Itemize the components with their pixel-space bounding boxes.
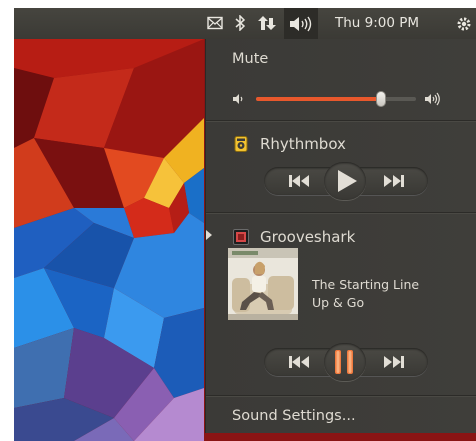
rhythmbox-next-icon[interactable] (383, 174, 405, 188)
play-icon (338, 170, 357, 192)
rhythmbox-label[interactable]: Rhythmbox (260, 135, 346, 153)
active-player-arrow-icon (206, 230, 212, 240)
volume-thumb[interactable] (375, 91, 386, 107)
grooveshark-controls (264, 343, 428, 381)
grooveshark-label[interactable]: Grooveshark (260, 228, 355, 246)
rhythmbox-previous-icon[interactable] (288, 174, 310, 188)
menu-separator (206, 120, 476, 122)
bluetooth-icon[interactable] (230, 8, 250, 39)
settings-gear-icon[interactable] (453, 8, 476, 39)
album-art[interactable] (228, 248, 298, 320)
network-icon[interactable] (255, 8, 279, 39)
mute-toggle[interactable]: Mute (232, 51, 268, 67)
pause-icon (335, 350, 353, 374)
volume-high-icon (425, 92, 440, 106)
grooveshark-previous-icon[interactable] (288, 355, 310, 369)
menu-separator (206, 212, 476, 214)
track-artist: Up & Go (312, 295, 365, 310)
rhythmbox-play-button[interactable] (324, 162, 366, 200)
volume-slider[interactable] (232, 91, 442, 107)
volume-fill (256, 97, 381, 101)
volume-track[interactable] (256, 91, 416, 107)
grooveshark-pause-button[interactable] (324, 343, 366, 381)
grooveshark-next-icon[interactable] (383, 355, 405, 369)
sound-settings-item[interactable]: Sound Settings... (232, 408, 356, 424)
volume-icon[interactable] (284, 8, 318, 39)
clock[interactable]: Thu 9:00 PM (335, 8, 419, 39)
track-title: The Starting Line (312, 277, 420, 292)
top-panel: Thu 9:00 PM (14, 8, 476, 39)
rhythmbox-icon (234, 136, 248, 152)
menu-separator (206, 395, 476, 397)
desktop-screen: Thu 9:00 PM Mute Rhythmbox Grooveshark T… (14, 8, 476, 441)
rhythmbox-controls (264, 162, 428, 200)
grooveshark-icon (233, 229, 249, 245)
volume-low-icon (233, 94, 243, 104)
sound-menu: Mute Rhythmbox Grooveshark The Starting … (206, 39, 476, 433)
mail-icon[interactable] (204, 8, 226, 39)
